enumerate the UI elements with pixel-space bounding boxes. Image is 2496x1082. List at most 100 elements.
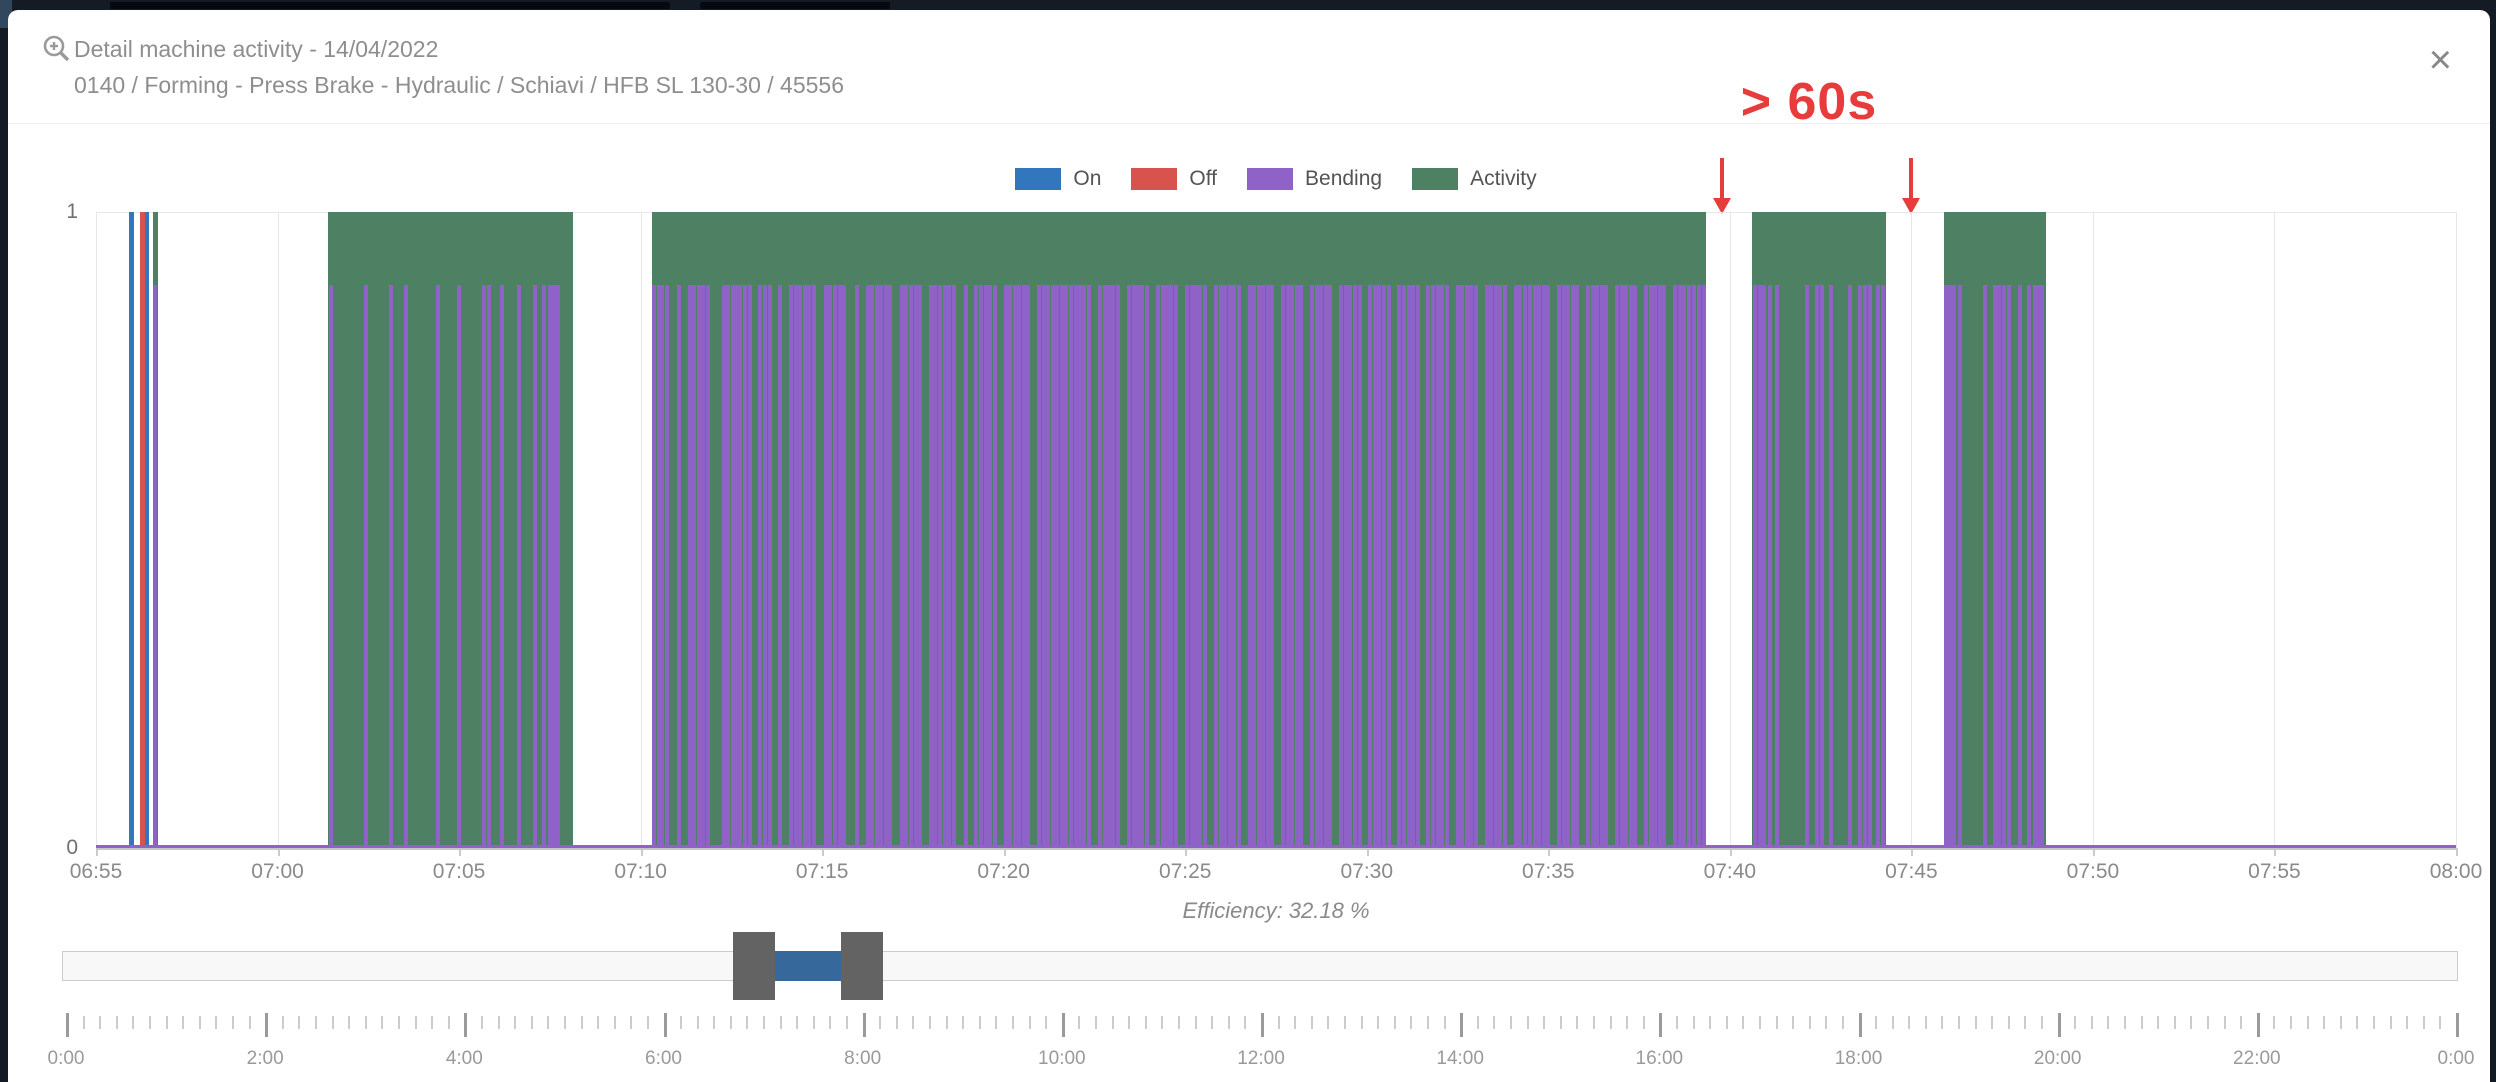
modal-header: Detail machine activity - 14/04/2022 014… [8,10,2490,124]
timeline-minor-tick [1095,1016,1097,1029]
bending-bar [778,285,782,848]
timeline-tick-label: 10:00 [1038,1048,1086,1070]
timeline-minor-tick [398,1016,400,1029]
bending-bar [1682,285,1686,848]
slider-track[interactable] [62,951,2458,981]
bending-bar [1662,285,1666,848]
timeline-minor-tick [2207,1016,2209,1029]
bending-bar [487,285,491,848]
bending-bar [1064,285,1068,848]
bending-bar [1562,285,1566,848]
timeline-minor-tick [99,1016,101,1029]
timeline-minor-tick [1029,1016,1031,1029]
close-button[interactable]: × [2429,40,2452,80]
timeline-minor-tick [2273,1016,2275,1029]
x-tick-label: 06:55 [70,860,123,884]
bending-bar [938,285,942,848]
timeline-minor-tick [730,1016,732,1029]
y-tick-label: 0 [66,836,78,860]
timeline-minor-tick [514,1016,516,1029]
bending-bar [1445,285,1449,848]
timeline-major-tick [2456,1013,2459,1037]
timeline-major-tick [265,1013,268,1037]
bending-bar [1069,285,1073,848]
bending-bar [807,285,811,848]
timeline-minor-tick [1510,1016,1512,1029]
bending-bar [748,285,752,848]
bending-baseline [96,845,2456,848]
timeline-minor-tick [2323,1016,2325,1029]
bending-bar [1358,285,1362,848]
bending-bar [933,285,937,848]
timeline-tick-label: 4:00 [446,1048,483,1070]
bending-bar [952,285,956,848]
timeline-minor-tick [1991,1016,1993,1029]
vertical-gridline [641,212,642,848]
timeline-minor-tick [581,1016,583,1029]
bending-bar [1145,285,1149,848]
bending-bar [1815,285,1819,848]
bending-bar [1575,285,1579,848]
timeline-minor-tick [215,1016,217,1029]
bending-bar [1022,285,1026,848]
timeline-minor-tick [1145,1016,1147,1029]
bending-bar [1633,285,1637,848]
timeline-minor-tick [896,1016,898,1029]
bending-bar [1591,285,1595,848]
timeline-minor-tick [713,1016,715,1029]
bending-bar [482,285,486,848]
bending-bar [1997,285,2001,848]
timeline-minor-tick [2224,1016,2226,1029]
bending-bar [1868,285,1872,848]
bending-bar [1753,285,1757,848]
bending-bar [436,285,440,848]
x-tick-label: 07:55 [2248,860,2301,884]
bending-bar [457,285,461,848]
timeline-minor-tick [2290,1016,2292,1029]
off-event-bar [140,212,145,848]
timeline-minor-tick [1244,1016,1246,1029]
legend-item-off[interactable]: Off [1131,167,1217,191]
timeline-minor-tick [1975,1016,1977,1029]
page-background: Detail machine activity - 14/04/2022 014… [0,0,2496,1082]
bending-bar [1881,285,1885,848]
timeline-tick-label: 18:00 [1835,1048,1883,1070]
bending-bar [1046,285,1050,848]
legend-item-bending[interactable]: Bending [1247,167,1382,191]
legend-item-on[interactable]: On [1015,167,1101,191]
bending-bar [1290,285,1294,848]
x-axis-tick [2456,848,2458,856]
bending-bar [1620,285,1624,848]
legend-label: Bending [1305,167,1382,191]
timeline-minor-tick [132,1016,134,1029]
bending-bar [1348,285,1352,848]
timeline-major-tick [464,1013,467,1037]
bending-bar [1523,285,1527,848]
timeline-minor-tick [2157,1016,2159,1029]
timeline-minor-tick [1693,1016,1695,1029]
timeline-major-tick [664,1013,667,1037]
timeline-minor-tick [1178,1016,1180,1029]
slider-handle-left[interactable] [733,932,775,1000]
bending-bar [2040,285,2044,848]
on-event-bar [129,212,134,848]
bending-bar [389,285,393,848]
slider-handle-right[interactable] [841,932,883,1000]
bending-bar [833,285,837,848]
timeline-minor-tick [2406,1016,2408,1029]
legend-item-activity[interactable]: Activity [1412,167,1537,191]
timeline-minor-tick [1078,1016,1080,1029]
bending-bar [1156,285,1160,848]
legend-swatch-activity [1412,168,1458,190]
bending-bar [918,285,922,848]
timeline-minor-tick [1626,1016,1628,1029]
timeline-minor-tick [2091,1016,2093,1029]
gt-60s-annotation: > 60s [1741,72,1878,132]
timeline-minor-tick [1576,1016,1578,1029]
timeline-minor-tick [2373,1016,2375,1029]
timeline-major-tick [1859,1013,1862,1037]
bending-bar [803,285,807,848]
bending-bar [2018,285,2022,848]
timeline-minor-tick [946,1016,948,1029]
timeline-minor-tick [929,1016,931,1029]
